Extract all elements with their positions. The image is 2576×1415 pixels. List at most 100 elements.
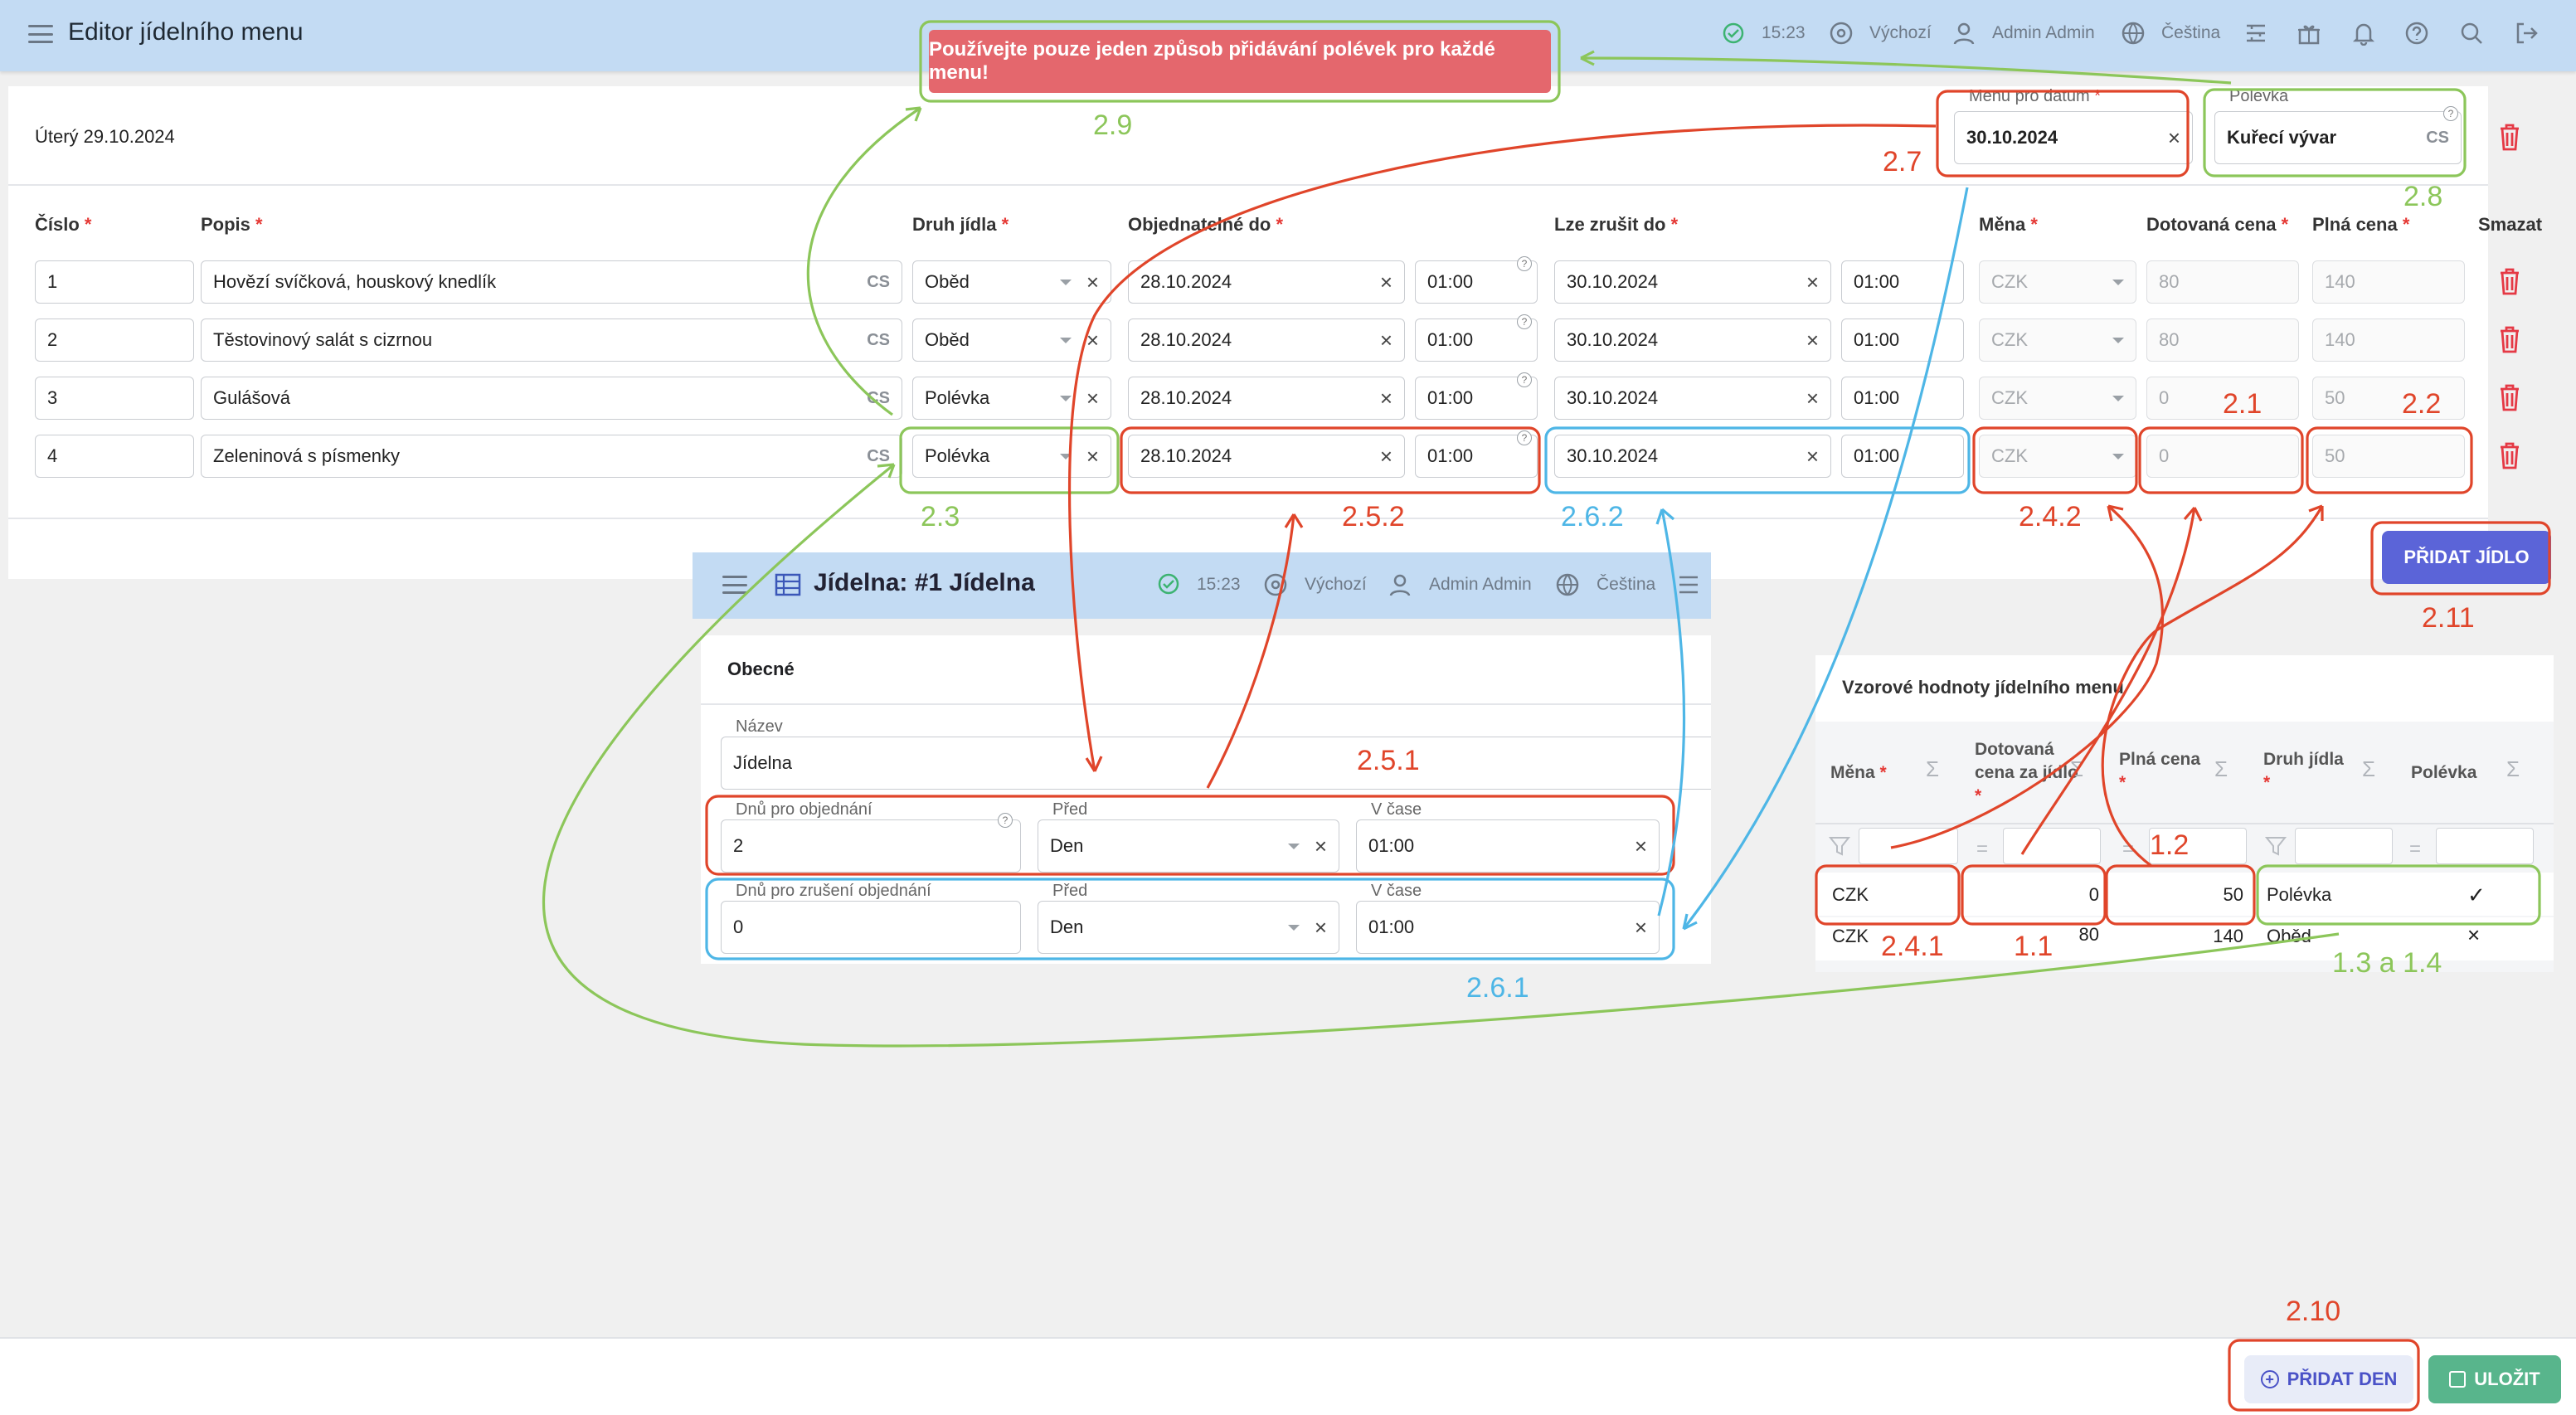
description-input[interactable]: Zeleninová s písmenky CS [201,435,902,478]
user-name[interactable]: Admin Admin [1429,575,1532,595]
chevron-down-icon[interactable] [2112,453,2124,460]
order-time-input[interactable]: 01:00? [1415,372,1538,420]
food-type-select[interactable]: Polévka × [912,435,1111,478]
description-input[interactable]: Těstovinový salát s cizrnou CS [201,318,902,362]
order-time-input[interactable]: 01:00? [1415,314,1538,362]
save-button[interactable]: ULOŽIT [2428,1355,2561,1403]
food-type-select[interactable]: Polévka × [912,377,1111,420]
clear-icon[interactable]: × [1806,387,1819,409]
order-days-field[interactable]: 2 Dnů pro objednání ? [721,800,1021,873]
profile-label[interactable]: Výchozí [1869,23,1932,43]
filter-type[interactable] [2265,828,2398,864]
subsidized-input[interactable]: 80 [2146,260,2299,304]
chevron-down-icon[interactable] [2112,337,2124,343]
subsidized-input[interactable]: 0 [2146,435,2299,478]
clear-icon[interactable]: × [1086,329,1099,351]
clear-icon[interactable]: × [1806,329,1819,351]
cancel-time-input[interactable]: 01:00 [1841,435,1964,478]
help-icon[interactable] [2403,20,2430,46]
order-date-input[interactable]: 28.10.2024 × [1128,435,1405,478]
number-input[interactable]: 4 [35,435,194,478]
cancel-date-input[interactable]: 30.10.2024 × [1554,377,1831,420]
user-icon[interactable] [1951,20,1977,46]
chevron-down-icon[interactable] [1059,337,1072,343]
add-food-button[interactable]: PŘIDAT JÍDLO [2382,531,2551,584]
language-label[interactable]: Čeština [1597,575,1655,595]
number-input[interactable]: 3 [35,377,194,420]
settings-profile-icon[interactable] [1263,572,1288,602]
delete-day-icon[interactable] [2498,123,2521,156]
order-time-input[interactable]: 01:00? [1415,430,1538,478]
chevron-down-icon[interactable] [1287,924,1300,931]
cancel-date-input[interactable]: 30.10.2024 × [1554,435,1831,478]
food-type-select[interactable]: Oběd × [912,318,1111,362]
number-input[interactable]: 1 [35,260,194,304]
help-icon[interactable]: ? [1517,314,1532,329]
chevron-down-icon[interactable] [1059,453,1072,460]
user-icon[interactable] [1388,572,1412,602]
clear-icon[interactable]: × [1635,835,1647,857]
table-settings-icon[interactable] [2243,20,2269,46]
clear-icon[interactable]: × [1806,271,1819,293]
globe-icon[interactable] [1555,572,1580,602]
clear-icon[interactable]: × [2168,127,2180,148]
menu-icon[interactable] [28,25,53,43]
chevron-down-icon[interactable] [1287,843,1300,849]
filter-currency[interactable] [1829,828,1961,864]
sigma-icon[interactable]: Σ [2214,756,2228,782]
clear-icon[interactable]: × [1380,387,1392,409]
order-date-input[interactable]: 28.10.2024 × [1128,260,1405,304]
currency-select[interactable]: CZK [1979,435,2136,478]
order-date-input[interactable]: 28.10.2024 × [1128,318,1405,362]
clear-icon[interactable]: × [1086,271,1099,293]
chevron-down-icon[interactable] [2112,279,2124,285]
help-icon[interactable]: ? [2443,106,2458,121]
full-price-input[interactable]: 140 [2312,260,2465,304]
user-name[interactable]: Admin Admin [1992,23,2095,43]
delete-row-icon[interactable] [2498,441,2521,474]
number-input[interactable]: 2 [35,318,194,362]
delete-row-icon[interactable] [2498,383,2521,416]
menu-icon[interactable] [722,576,747,594]
clear-icon[interactable]: × [1380,271,1392,293]
filter-soup[interactable]: = [2409,828,2542,864]
description-input[interactable]: Gulášová CS [201,377,902,420]
description-input[interactable]: Hovězí svíčková, houskový knedlík CS [201,260,902,304]
cancel-time-input[interactable]: 01:00 [1841,377,1964,420]
help-icon[interactable]: ? [998,813,1013,828]
cancel-days-field[interactable]: 0 Dnů pro zrušení objednání [721,882,1021,954]
order-date-input[interactable]: 28.10.2024 × [1128,377,1405,420]
subsidized-input[interactable]: 80 [2146,318,2299,362]
delete-row-icon[interactable] [2498,267,2521,300]
logout-icon[interactable] [2513,20,2540,46]
chevron-down-icon[interactable] [2112,395,2124,401]
full-price-input[interactable]: 50 [2312,435,2465,478]
help-icon[interactable]: ? [1517,372,1532,387]
sigma-icon[interactable]: Σ [2362,756,2375,782]
language-label[interactable]: Čeština [2161,23,2220,43]
cancel-before-select[interactable]: Den × Před [1038,882,1339,954]
clear-icon[interactable]: × [1315,835,1327,857]
gift-icon[interactable] [2296,20,2322,46]
chevron-down-icon[interactable] [1059,395,1072,401]
clear-icon[interactable]: × [1806,445,1819,467]
sigma-icon[interactable]: Σ [1926,756,1939,782]
menu-date-field[interactable]: 30.10.2024 × Menu pro datum * [1954,87,2193,168]
soup-field[interactable]: Kuřecí vývar CS Polévka ? [2214,87,2462,168]
clear-icon[interactable]: × [1380,445,1392,467]
order-time-field[interactable]: 01:00 × V čase [1356,800,1660,873]
table-settings-icon[interactable] [1676,572,1701,602]
delete-row-icon[interactable] [2498,325,2521,358]
chevron-down-icon[interactable] [1059,279,1072,285]
help-icon[interactable]: ? [1517,430,1532,445]
order-time-input[interactable]: 01:00? [1415,256,1538,304]
currency-select[interactable]: CZK [1979,260,2136,304]
name-field[interactable]: Jídelna Název [721,717,1711,790]
full-price-input[interactable]: 50 [2312,377,2465,420]
cancel-date-input[interactable]: 30.10.2024 × [1554,318,1831,362]
clear-icon[interactable]: × [1380,329,1392,351]
food-type-select[interactable]: Oběd × [912,260,1111,304]
currency-select[interactable]: CZK [1979,377,2136,420]
clear-icon[interactable]: × [1086,445,1099,467]
sigma-icon[interactable]: Σ [2506,756,2520,782]
